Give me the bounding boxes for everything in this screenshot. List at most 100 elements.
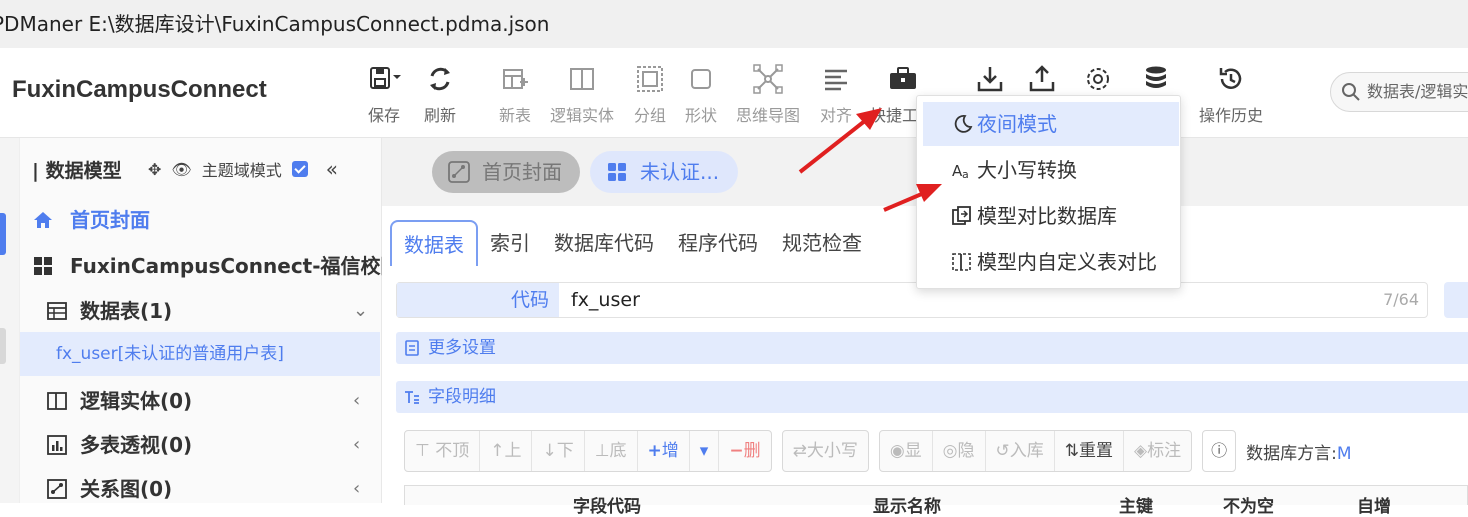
new-table-button[interactable]: 新表 — [495, 62, 535, 132]
grid-icon — [34, 257, 52, 275]
history-icon — [1219, 68, 1242, 89]
locate-icon[interactable]: ✥ — [148, 160, 161, 179]
svg-text:a: a — [962, 168, 969, 181]
sidebar-title: | 数据模型 — [32, 160, 122, 182]
mindmap-icon — [753, 64, 783, 94]
to-db-button[interactable]: ↺入库 — [986, 431, 1055, 471]
tab-home[interactable]: 首页封面 — [432, 151, 580, 193]
eye-icon[interactable]: 👁 — [171, 160, 191, 179]
compare-table-icon — [952, 253, 971, 271]
diagram-icon — [47, 479, 67, 499]
chevron-down-icon: ⌄ — [353, 300, 369, 321]
reset-button[interactable]: ⇅重置 — [1055, 431, 1125, 471]
search-input[interactable]: 数据表/逻辑实体 — [1330, 72, 1468, 112]
tab-fx-user[interactable]: 未认证... — [590, 151, 738, 193]
column-primary-key[interactable]: 主键 — [1119, 492, 1153, 517]
document-icon — [405, 340, 419, 356]
collapse-sidebar-icon[interactable]: « — [326, 157, 338, 181]
save-icon — [370, 67, 401, 89]
bar-chart-icon — [47, 435, 67, 455]
move-bottom-button[interactable]: ⊥底 — [585, 431, 638, 471]
move-up-button[interactable]: ↑上 — [480, 431, 533, 471]
activity-bar-active-indicator[interactable] — [0, 213, 6, 255]
import-icon — [977, 67, 1003, 92]
model-sidebar: | 数据模型 ✥ 👁 主题域模式 « 首页封面 FuxinCampusConne… — [20, 138, 382, 503]
column-field-code[interactable]: 字段代码 — [573, 492, 641, 517]
sidebar-item-tables[interactable]: 数据表(1) ⌄ — [20, 289, 382, 333]
column-not-null[interactable]: 不为空 — [1223, 492, 1274, 517]
tab-db-code[interactable]: 数据库代码 — [542, 220, 666, 266]
case-convert-icon: Aa — [952, 162, 969, 181]
sidebar-item-home[interactable]: 首页封面 — [20, 198, 382, 242]
case-group: ⇄大小写 — [781, 430, 869, 472]
menu-item-night-mode[interactable]: 夜间模式 — [923, 102, 1179, 146]
grid-icon — [608, 163, 626, 181]
tab-index[interactable]: 索引 — [478, 220, 542, 266]
fields-table-header: 字段代码 显示名称 主键 不为空 自增 — [404, 485, 1468, 517]
code-input[interactable]: fx_user — [571, 283, 640, 317]
main-toolbar: FuxinCampusConnect 保存 刷新 新表 逻辑实体 分组 形状 思… — [0, 48, 1468, 138]
sidebar-item-project[interactable]: FuxinCampusConnect-福信校园通 — [20, 244, 382, 288]
new-table-icon — [503, 69, 528, 89]
search-icon — [1342, 83, 1360, 101]
shape-button[interactable]: 形状 — [681, 62, 721, 132]
hide-button[interactable]: ◎隐 — [933, 431, 986, 471]
column-display-name[interactable]: 显示名称 — [873, 492, 941, 517]
db-dialect[interactable]: 数据库方言:M — [1246, 439, 1351, 464]
activity-bar-indicator[interactable] — [0, 328, 6, 364]
menu-item-compare-table[interactable]: 模型内自定义表对比 — [923, 240, 1179, 284]
chevron-left-icon: ‹ — [353, 390, 361, 411]
window-titlebar: PDManer E:\数据库设计\FuxinCampusConnect.pdma… — [0, 0, 1468, 48]
mindmap-button[interactable]: 思维导图 — [732, 62, 804, 132]
field-toolbar: ⊤ 不顶 ↑上 ↓下 ⊥底 +增 ▾ −删 ⇄大小写 ◉显 ◎隐 ↺入库 ⇅重置… — [404, 430, 1352, 472]
project-name: FuxinCampusConnect — [12, 76, 267, 103]
sidebar-item-entities[interactable]: 逻辑实体(0) ‹ — [20, 379, 382, 423]
align-button[interactable]: 对齐 — [816, 62, 856, 132]
menu-item-compare-db[interactable]: 模型对比数据库 — [923, 194, 1179, 238]
mark-button[interactable]: ◈标注 — [1124, 431, 1191, 471]
code-label: 代码 — [397, 283, 559, 317]
chevron-left-icon: ‹ — [353, 478, 361, 499]
logic-entity-button[interactable]: 逻辑实体 — [548, 62, 616, 132]
domain-mode-checkbox[interactable] — [291, 161, 308, 177]
home-icon — [34, 212, 52, 228]
column-auto-increment[interactable]: 自增 — [1357, 492, 1391, 517]
chevron-left-icon: ‹ — [353, 434, 361, 455]
visibility-group: ◉显 ◎隐 ↺入库 ⇅重置 ◈标注 — [878, 430, 1193, 472]
move-top-button[interactable]: ⊤ 不顶 — [405, 431, 481, 471]
show-button[interactable]: ◉显 — [880, 431, 933, 471]
table-sub-tabs: 数据表 索引 数据库代码 程序代码 规范检查 — [390, 220, 874, 266]
display-name-label — [1444, 282, 1468, 318]
delete-field-button[interactable]: −删 — [719, 431, 770, 471]
field-list-icon — [405, 391, 419, 404]
info-icon[interactable]: ⓘ — [1202, 430, 1237, 472]
history-button[interactable]: 操作历史 — [1194, 62, 1268, 132]
group-button[interactable]: 分组 — [630, 62, 670, 132]
menu-item-case-convert[interactable]: Aa 大小写转换 — [923, 148, 1179, 192]
add-field-button[interactable]: +增 — [638, 431, 690, 471]
tab-program-code[interactable]: 程序代码 — [666, 220, 770, 266]
tab-spec-check[interactable]: 规范检查 — [770, 220, 874, 266]
sidebar-item-fx-user[interactable]: fx_user[未认证的普通用户表] — [20, 332, 380, 376]
compare-db-icon — [952, 206, 971, 225]
domain-mode-label: 主题域模式 — [201, 161, 282, 180]
case-button[interactable]: ⇄大小写 — [783, 431, 868, 471]
table-icon — [47, 302, 67, 320]
export-icon — [1029, 65, 1055, 92]
code-field[interactable]: 代码 fx_user 7/64 — [396, 282, 1428, 318]
briefcase-icon — [890, 67, 916, 89]
save-button[interactable]: 保存 — [360, 62, 408, 132]
window-title: PDManer E:\数据库设计\FuxinCampusConnect.pdma… — [0, 12, 550, 36]
align-icon — [825, 69, 847, 91]
gear-icon — [1087, 68, 1109, 90]
sidebar-item-views[interactable]: 多表透视(0) ‹ — [20, 423, 382, 467]
code-char-count: 7/64 — [1383, 290, 1419, 309]
tab-data-table[interactable]: 数据表 — [390, 220, 478, 266]
field-details-section[interactable]: 字段明细 — [396, 381, 1468, 413]
add-dropdown-button[interactable]: ▾ — [690, 431, 720, 471]
sidebar-item-diagrams[interactable]: 关系图(0) ‹ — [20, 467, 382, 511]
refresh-button[interactable]: 刷新 — [420, 62, 460, 132]
move-down-button[interactable]: ↓下 — [532, 431, 585, 471]
activity-bar — [0, 138, 20, 503]
more-settings-section[interactable]: 更多设置 — [396, 332, 1468, 364]
